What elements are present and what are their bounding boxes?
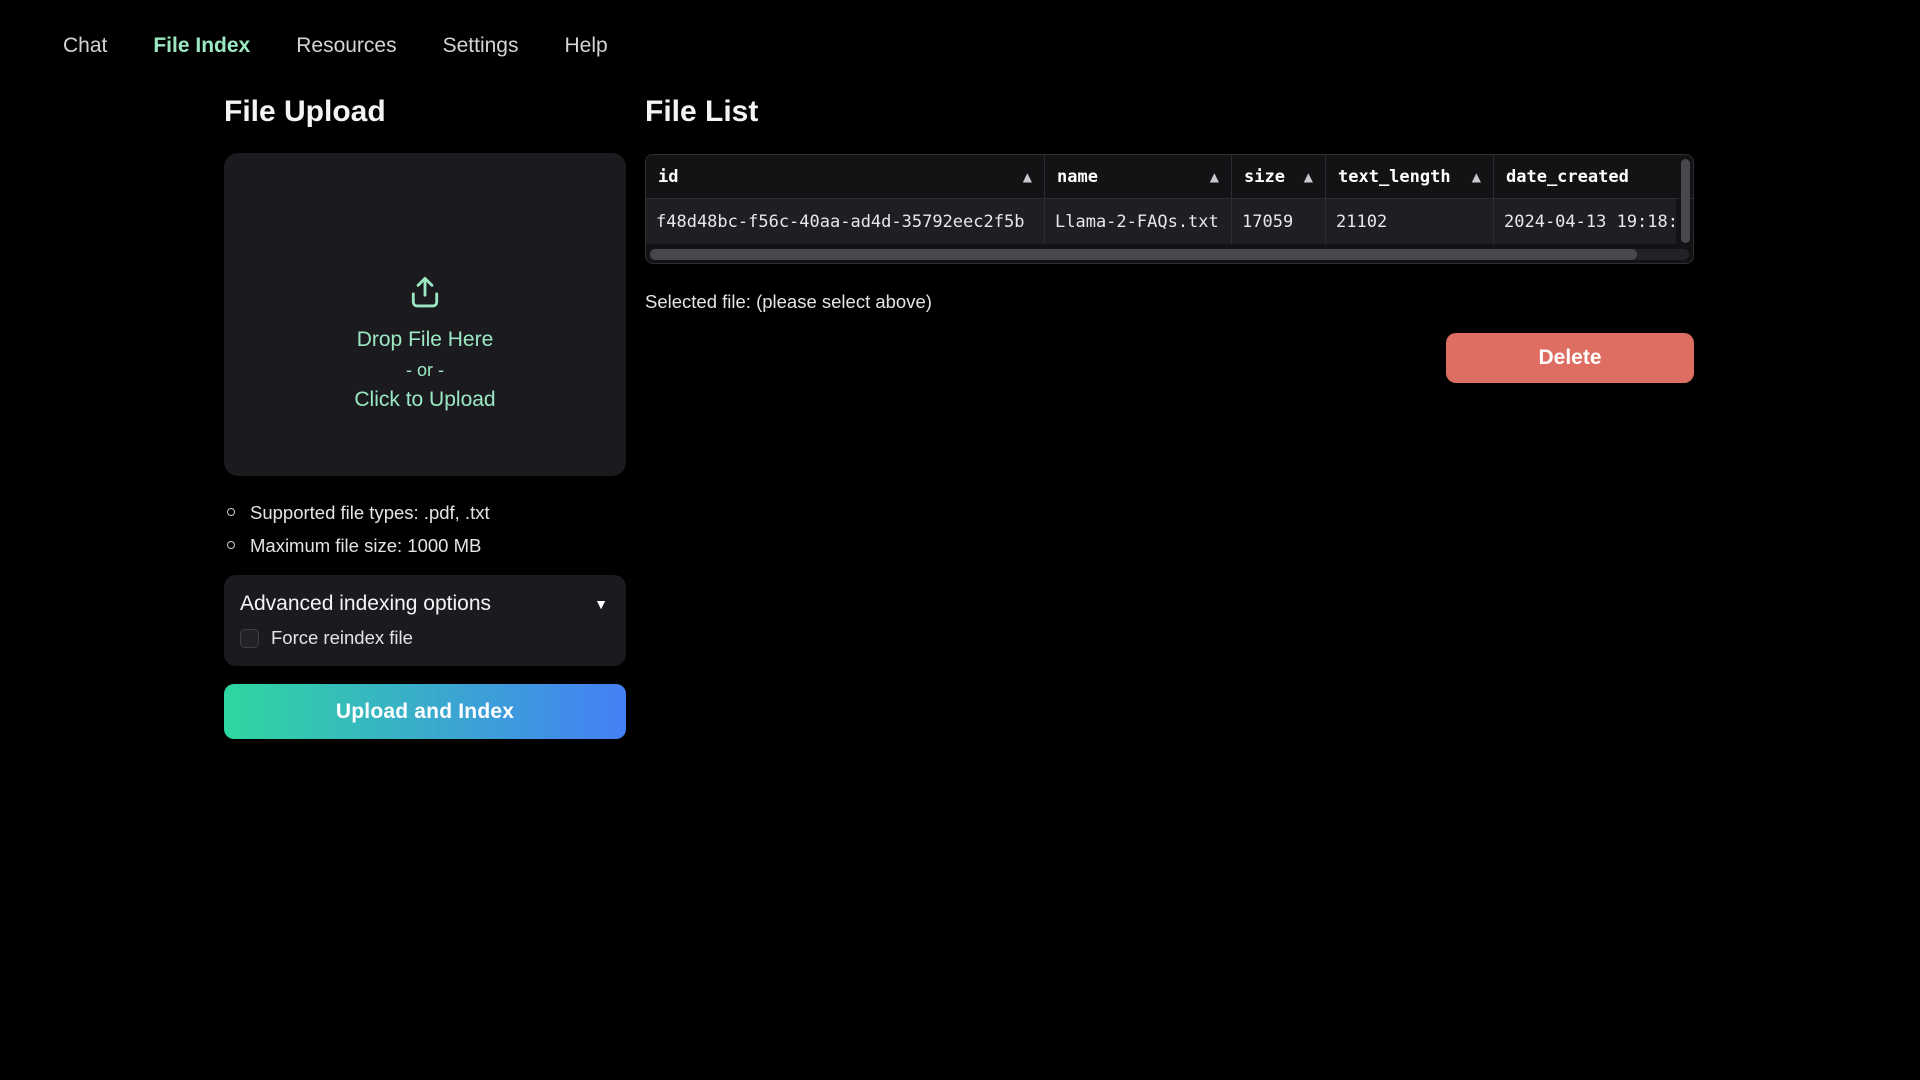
cell-id[interactable]: f48d48bc-f56c-40aa-ad4d-35792eec2f5b [646, 199, 1044, 244]
tab-resources[interactable]: Resources [294, 30, 398, 62]
cell-date-created[interactable]: 2024-04-13 19:18: [1493, 199, 1676, 244]
dropzone-or-text: - or - [406, 355, 444, 385]
sort-ascending-icon[interactable]: ▲ [1294, 170, 1313, 184]
click-to-upload-link[interactable]: Click to Upload [354, 385, 495, 415]
table-header-row: id ▲ name ▲ size ▲ text_length ▲ date_cr… [646, 155, 1693, 199]
accordion-label: Advanced indexing options [240, 592, 491, 616]
file-upload-title: File Upload [224, 96, 626, 128]
tab-help[interactable]: Help [563, 30, 610, 62]
cell-size[interactable]: 17059 [1231, 199, 1325, 244]
tab-file-index[interactable]: File Index [151, 30, 252, 62]
upload-icon [406, 273, 444, 311]
column-label: name [1057, 167, 1098, 187]
dropzone-drop-text: Drop File Here [357, 325, 494, 355]
force-reindex-checkbox[interactable] [240, 629, 259, 648]
cell-name[interactable]: Llama-2-FAQs.txt [1044, 199, 1231, 244]
tab-settings[interactable]: Settings [441, 30, 521, 62]
delete-button[interactable]: Delete [1446, 333, 1694, 383]
bullet-icon [227, 541, 235, 549]
note-max-size: Maximum file size: 1000 MB [224, 529, 626, 562]
sort-ascending-icon[interactable]: ▲ [1462, 170, 1481, 184]
accordion-header[interactable]: Advanced indexing options ▼ [240, 592, 608, 616]
file-list-title: File List [645, 96, 1694, 128]
vertical-scrollbar-thumb[interactable] [1681, 159, 1690, 243]
note-supported-types: Supported file types: .pdf, .txt [224, 496, 626, 529]
table-row[interactable]: f48d48bc-f56c-40aa-ad4d-35792eec2f5b Lla… [646, 199, 1693, 244]
chevron-down-icon: ▼ [594, 596, 608, 612]
upload-and-index-button[interactable]: Upload and Index [224, 684, 626, 739]
column-header-date-created[interactable]: date_created [1493, 155, 1676, 198]
column-label: id [658, 167, 678, 187]
advanced-options-accordion: Advanced indexing options ▼ Force reinde… [224, 575, 626, 666]
column-header-id[interactable]: id ▲ [646, 155, 1044, 198]
column-header-size[interactable]: size ▲ [1231, 155, 1325, 198]
file-upload-section: File Upload Drop File Here - or - Click … [224, 96, 626, 739]
column-label: date_created [1506, 167, 1629, 187]
app-window: Chat File Index Resources Settings Help … [0, 0, 1920, 1080]
force-reindex-row[interactable]: Force reindex file [240, 627, 608, 649]
file-table: id ▲ name ▲ size ▲ text_length ▲ date_cr… [645, 154, 1694, 264]
note-text: Maximum file size: 1000 MB [250, 535, 481, 556]
horizontal-scrollbar[interactable] [650, 249, 1689, 260]
sort-ascending-icon[interactable]: ▲ [1200, 170, 1219, 184]
file-list-section: File List id ▲ name ▲ size ▲ text_length… [645, 96, 1694, 313]
note-text: Supported file types: .pdf, .txt [250, 502, 490, 523]
column-header-text-length[interactable]: text_length ▲ [1325, 155, 1493, 198]
horizontal-scrollbar-thumb[interactable] [650, 249, 1637, 260]
column-label: text_length [1338, 167, 1451, 187]
tab-bar: Chat File Index Resources Settings Help [61, 30, 610, 62]
column-label: size [1244, 167, 1285, 187]
tab-chat[interactable]: Chat [61, 30, 109, 62]
upload-notes-list: Supported file types: .pdf, .txt Maximum… [224, 496, 626, 562]
sort-ascending-icon[interactable]: ▲ [1013, 170, 1032, 184]
bullet-icon [227, 508, 235, 516]
column-header-name[interactable]: name ▲ [1044, 155, 1231, 198]
file-dropzone[interactable]: Drop File Here - or - Click to Upload [224, 153, 626, 476]
force-reindex-label: Force reindex file [271, 627, 413, 649]
selected-file-status: Selected file: (please select above) [645, 291, 1694, 313]
cell-text-length[interactable]: 21102 [1325, 199, 1493, 244]
